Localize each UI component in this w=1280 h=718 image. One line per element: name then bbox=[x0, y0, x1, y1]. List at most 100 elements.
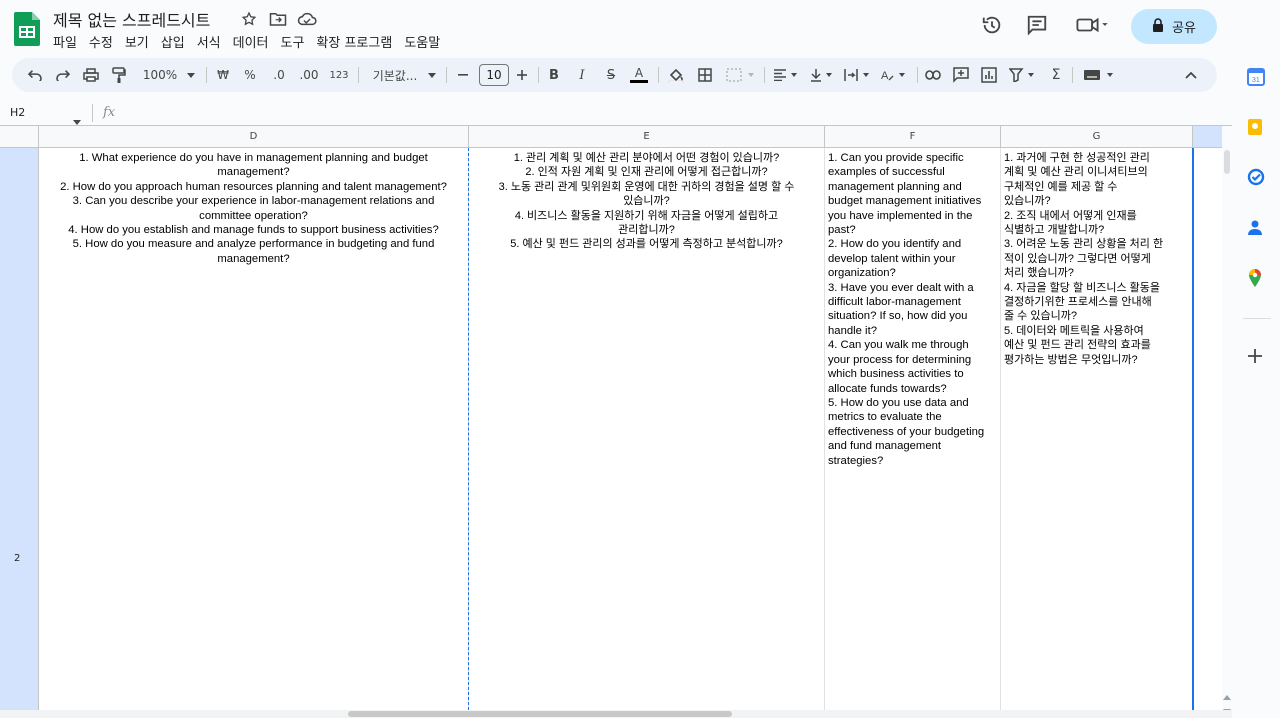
row-header-2[interactable] bbox=[0, 148, 39, 710]
column-header-e[interactable]: E bbox=[469, 126, 825, 147]
text-wrapping-icon[interactable] bbox=[843, 64, 873, 86]
vertical-scroll-thumb[interactable] bbox=[1224, 150, 1230, 174]
keep-icon[interactable] bbox=[1247, 118, 1267, 138]
cell-g2[interactable]: 1. 과거에 구현 한 성공적인 관리 계획 및 예산 관리 이니셔티브의 구체… bbox=[1001, 148, 1193, 710]
menu-tools[interactable]: 도구 bbox=[281, 32, 305, 51]
add-addon-icon[interactable] bbox=[1247, 348, 1267, 368]
cell-line: management? bbox=[217, 166, 290, 179]
document-title[interactable]: 제목 없는 스프레드시트 bbox=[53, 7, 210, 31]
vertical-scrollbar[interactable] bbox=[1222, 148, 1232, 710]
vertical-align-icon[interactable] bbox=[809, 64, 837, 86]
redo-icon[interactable] bbox=[54, 64, 72, 86]
share-button[interactable]: 공유 bbox=[1131, 9, 1217, 44]
increase-font-size-icon[interactable] bbox=[515, 64, 529, 86]
cell-line: past? bbox=[828, 224, 856, 237]
menu-edit[interactable]: 수정 bbox=[89, 32, 113, 51]
cell-line: management? bbox=[217, 252, 290, 265]
select-all-corner[interactable] bbox=[0, 126, 39, 147]
version-history-icon[interactable] bbox=[981, 14, 1005, 38]
menu-bar: 파일 수정 보기 삽입 서식 데이터 도구 확장 프로그램 도움말 bbox=[53, 32, 452, 51]
column-header-f[interactable]: F bbox=[825, 126, 1001, 147]
selected-cell-h2-border[interactable] bbox=[1192, 148, 1194, 710]
cell-line: 4. 자금을 할당 할 비즈니스 활동을 bbox=[1004, 281, 1161, 294]
currency-format-button[interactable]: ₩ bbox=[215, 64, 231, 86]
font-size-input[interactable]: 10 bbox=[479, 64, 509, 86]
text-color-swatch bbox=[630, 80, 648, 83]
functions-button[interactable]: Σ bbox=[1048, 64, 1064, 86]
name-box[interactable]: H2 bbox=[10, 106, 25, 119]
toolbar: 100% ₩ % .0 .00 123 기본값... 10 B I S A A bbox=[12, 58, 1217, 92]
cloud-status-icon[interactable] bbox=[297, 11, 317, 29]
menu-insert[interactable]: 삽입 bbox=[161, 32, 185, 51]
increase-decimal-button[interactable]: .00 bbox=[298, 64, 320, 86]
svg-text:31: 31 bbox=[1252, 77, 1260, 84]
column-header-h-selected[interactable] bbox=[1193, 126, 1222, 147]
insert-comment-icon[interactable] bbox=[952, 64, 970, 86]
contacts-icon[interactable] bbox=[1247, 218, 1267, 238]
zoom-dropdown-icon[interactable] bbox=[184, 64, 198, 86]
strikethrough-button[interactable]: S bbox=[603, 64, 619, 86]
separator bbox=[92, 104, 93, 122]
column-header-g[interactable]: G bbox=[1001, 126, 1193, 147]
percent-format-button[interactable]: % bbox=[242, 64, 258, 86]
comments-icon[interactable] bbox=[1026, 14, 1050, 38]
text-rotation-icon[interactable]: A bbox=[879, 64, 909, 86]
separator bbox=[1243, 318, 1271, 319]
text-color-button[interactable]: A bbox=[629, 64, 649, 86]
lock-icon bbox=[1152, 17, 1164, 36]
cell-line: 4. 비즈니스 활동을 지원하기 위해 자금을 어떻게 설립하고 bbox=[514, 209, 779, 222]
star-icon[interactable] bbox=[241, 11, 259, 29]
more-formats-button[interactable]: 123 bbox=[327, 64, 351, 86]
cell-line: budget management initiatives bbox=[828, 195, 982, 208]
menu-file[interactable]: 파일 bbox=[53, 32, 77, 51]
meet-icon[interactable] bbox=[1074, 14, 1114, 38]
cell-e2[interactable]: 1. 관리 계획 및 예산 관리 분야에서 어떤 경험이 있습니까? 2. 인적… bbox=[469, 148, 825, 710]
cell-line: management planning and bbox=[828, 180, 962, 193]
menu-view[interactable]: 보기 bbox=[125, 32, 149, 51]
merge-cells-icon[interactable] bbox=[724, 64, 758, 86]
cell-line: 5. 예산 및 펀드 관리의 성과를 어떻게 측정하고 분석합니까? bbox=[510, 238, 783, 251]
horizontal-align-icon[interactable] bbox=[772, 64, 800, 86]
cell-line: situation? If so, how did you bbox=[828, 310, 968, 323]
menu-extensions[interactable]: 확장 프로그램 bbox=[316, 32, 392, 51]
borders-icon[interactable] bbox=[696, 64, 714, 86]
calendar-icon[interactable]: 31 bbox=[1247, 68, 1267, 88]
filter-icon[interactable] bbox=[1008, 64, 1038, 86]
cell-line: 2. How do you approach human resources p… bbox=[60, 180, 447, 193]
decrease-font-size-icon[interactable] bbox=[456, 64, 470, 86]
zoom-select[interactable]: 100% bbox=[140, 64, 180, 86]
sheets-logo[interactable] bbox=[14, 12, 40, 46]
cell-line: metrics to evaluate the bbox=[828, 411, 942, 424]
move-folder-icon[interactable] bbox=[269, 11, 287, 29]
fill-color-icon[interactable] bbox=[667, 64, 685, 86]
share-label: 공유 bbox=[1172, 21, 1196, 36]
cell-line: 관리합니까? bbox=[618, 224, 675, 237]
cell-f2[interactable]: 1. Can you provide specific examples of … bbox=[825, 148, 1001, 710]
cell-line: 예산 및 펀드 관리 전략의 효과를 bbox=[1004, 339, 1151, 352]
collapse-toolbar-icon[interactable] bbox=[1182, 64, 1200, 86]
cell-line: allocate funds towards? bbox=[828, 382, 947, 395]
italic-button[interactable]: I bbox=[575, 64, 589, 86]
bold-button[interactable]: B bbox=[547, 64, 561, 86]
cell-d2[interactable]: 1. What experience do you have in manage… bbox=[39, 148, 469, 710]
column-header-d[interactable]: D bbox=[39, 126, 469, 147]
fx-icon: fx bbox=[103, 105, 116, 120]
text-color-label: A bbox=[634, 66, 644, 80]
maps-icon[interactable] bbox=[1247, 268, 1267, 288]
paint-format-icon[interactable] bbox=[110, 64, 128, 86]
undo-icon[interactable] bbox=[26, 64, 44, 86]
menu-format[interactable]: 서식 bbox=[197, 32, 221, 51]
insert-chart-icon[interactable] bbox=[980, 64, 998, 86]
horizontal-scroll-thumb[interactable] bbox=[348, 711, 732, 717]
print-icon[interactable] bbox=[82, 64, 100, 86]
menu-data[interactable]: 데이터 bbox=[233, 32, 269, 51]
tasks-icon[interactable] bbox=[1247, 168, 1267, 188]
insert-link-icon[interactable] bbox=[924, 64, 942, 86]
cell-line: 5. How do you use data and bbox=[828, 396, 969, 409]
decrease-decimal-button[interactable]: .0 bbox=[270, 64, 288, 86]
menu-help[interactable]: 도움말 bbox=[404, 32, 440, 51]
font-dropdown-icon[interactable] bbox=[425, 64, 439, 86]
cell-line: 5. How do you measure and analyze perfor… bbox=[72, 238, 435, 251]
font-select[interactable]: 기본값... bbox=[368, 64, 422, 86]
input-tools-icon[interactable] bbox=[1082, 64, 1118, 86]
